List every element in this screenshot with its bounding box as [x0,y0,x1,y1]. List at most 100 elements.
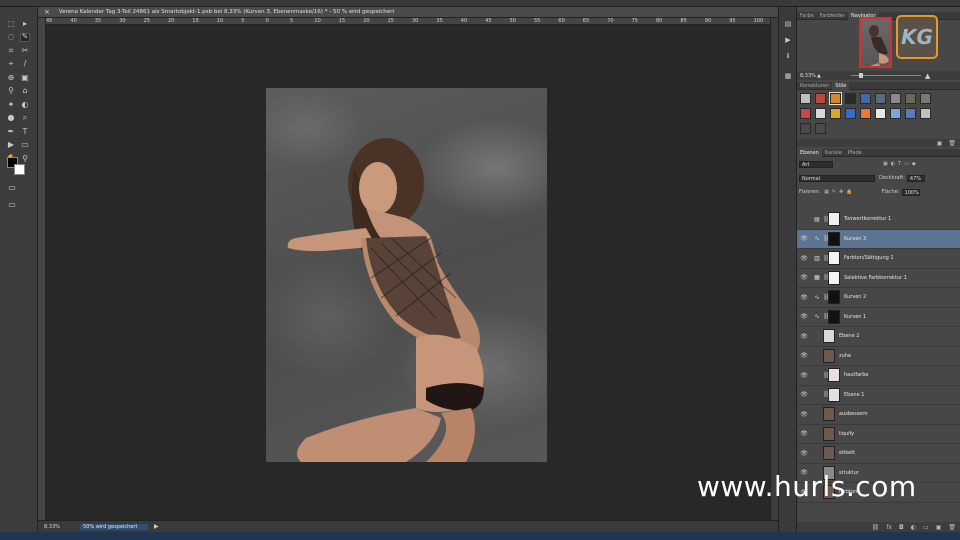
style-swatch[interactable] [845,93,856,104]
layer-mask-thumbnail[interactable] [828,368,840,383]
delete-layer-icon[interactable]: 🗑 [948,524,956,531]
layer-row[interactable]: 👁 ▥ ⛓ Farbton/Sättigung 1 [797,249,960,269]
style-swatch[interactable] [845,108,856,119]
tool-17-icon[interactable]: T [20,127,30,136]
properties-icon[interactable]: ▦ [782,71,794,81]
layer-row[interactable]: 👁 Ebene 2 [797,327,960,347]
layer-row[interactable]: 👁 ▦ ⛓ Selektive Farbkorrektur 1 [797,269,960,288]
visibility-eye-icon[interactable]: 👁 [797,313,811,320]
tool-1-icon[interactable]: ▸ [20,19,30,28]
style-swatch[interactable] [800,123,811,134]
new-layer-icon[interactable]: ▣ [936,524,942,531]
layer-thumbnail[interactable] [823,426,835,441]
blend-mode-select[interactable]: Normal [799,174,875,182]
style-swatch[interactable] [815,93,826,104]
tool-19-icon[interactable]: ▭ [20,141,30,150]
add-mask-icon[interactable]: ◘ [899,524,904,531]
layer-row[interactable]: 👁 ∿ ⛓ Kurven 3 [797,229,960,249]
layer-row[interactable]: 👁 ⛓ Ebene 1 [797,386,960,405]
styles_panel-tab-0[interactable]: Korrekturen [797,82,832,90]
link-layers-icon[interactable]: ⛓ [872,524,880,531]
visibility-eye-icon[interactable]: 👁 [797,391,811,398]
visibility-eye-icon[interactable]: 👁 [797,430,811,437]
tool-3-icon[interactable]: ✎ [20,32,30,42]
style-swatch[interactable] [890,108,901,119]
visibility-eye-icon[interactable]: 👁 [797,450,811,457]
layer-row[interactable]: 👁 ⛓ hautfarbe [797,366,960,386]
layers_panel-tab-2[interactable]: Pfade [845,149,865,157]
lock-icons[interactable]: ▦✎✥🔒 [824,189,855,195]
delete-style-icon[interactable]: 🗑 [948,140,956,147]
style-swatch[interactable] [800,108,811,119]
tool-14-icon[interactable]: ● [6,114,16,123]
visibility-eye-icon[interactable]: 👁 [797,372,811,379]
navigator-preview[interactable] [859,17,892,68]
quick-mask-icon[interactable]: ▭ [7,183,17,192]
visibility-eye-icon[interactable]: 👁 [797,352,811,359]
tool-12-icon[interactable]: ✦ [6,100,16,109]
adjustment-layer-icon[interactable]: ◐ [911,524,916,531]
tool-10-icon[interactable]: ⚲ [6,87,16,96]
tool-21-icon[interactable]: ⚲ [20,154,30,163]
visibility-eye-icon[interactable]: 👁 [797,274,811,281]
visibility-eye-icon[interactable]: 👁 [797,235,811,242]
navigator_panel-tab-0[interactable]: Farbe [797,12,817,20]
tool-13-icon[interactable]: ◐ [20,100,30,109]
style-swatch[interactable] [920,93,931,104]
layer-thumbnail[interactable] [823,329,835,344]
tool-7-icon[interactable]: / [20,60,30,69]
fx-icon[interactable]: fx [886,524,892,531]
canvas-vertical-scrollbar[interactable] [770,18,778,520]
horizontal-ruler[interactable]: 45 40 35 30 25 20 15 10 5 0 5 10 15 20 25 30 35 40 45 50 55 6… [46,18,770,25]
vertical-ruler[interactable] [38,18,46,520]
tool-16-icon[interactable]: ✒ [6,127,16,136]
layer-mask-thumbnail[interactable] [828,387,840,402]
zoom-readout[interactable]: 8,33% [38,524,68,530]
style-swatch[interactable] [905,93,916,104]
style-swatch[interactable] [815,108,826,119]
layer-filter-select[interactable]: Art [799,160,833,168]
tool-15-icon[interactable]: ⌕ [20,114,30,123]
layer-name[interactable]: Kurven 3 [844,236,866,242]
layer-mask-thumbnail[interactable] [828,309,840,324]
layer-thumbnail[interactable] [823,407,835,422]
style-swatch[interactable] [815,123,826,134]
tool-18-icon[interactable]: ▶ [6,141,16,150]
tool-9-icon[interactable]: ▣ [20,73,30,82]
layer-row[interactable]: 👁 ausbessern [797,405,960,425]
zoom-in-icon[interactable]: ▲ [925,72,930,80]
style-swatch[interactable] [860,108,871,119]
layer-thumbnail[interactable] [823,446,835,461]
tool-4-icon[interactable]: ⌗ [6,46,16,55]
layer-name[interactable]: zuhe [839,353,851,359]
layer-name[interactable]: hautfarbe [844,372,869,378]
layer-row[interactable]: 👁 ∿ ⛓ Kurven 1 [797,308,960,327]
screen-mode-icon[interactable]: ▭ [7,200,17,209]
layer-row[interactable]: 👁 etikett [797,444,960,464]
document-tab[interactable]: × Verena Kalender Tag 3-Teil 24861 als S… [38,7,778,18]
history-icon[interactable]: ▤ [782,19,794,29]
layer-name[interactable]: Ebene 2 [839,333,859,339]
new-group-icon[interactable]: ▭ [923,524,929,531]
style-swatch[interactable] [890,93,901,104]
layer-mask-thumbnail[interactable] [828,290,840,305]
actions-icon[interactable]: ▶ [782,35,794,45]
styles_panel-tab-1[interactable]: Stile [832,82,850,90]
style-swatch[interactable] [875,108,886,119]
visibility-eye-icon[interactable]: 👁 [797,411,811,418]
document-image[interactable] [266,88,547,462]
visibility-eye-icon[interactable]: 👁 [797,333,811,340]
layer-filter-icons[interactable]: ▣◐T▭◆ [883,161,919,167]
status-menu-arrow-icon[interactable]: ▶ [154,523,159,530]
layers_panel-tab-1[interactable]: Kanäle [822,149,845,157]
layer-name[interactable]: Ebene 1 [844,392,864,398]
layer-mask-thumbnail[interactable] [828,212,840,227]
tool-2-icon[interactable]: ◌ [6,33,16,42]
layer-name[interactable]: Tonwertkorrektur 1 [844,216,891,222]
background-color-swatch[interactable] [14,164,25,175]
layer-name[interactable]: Farbton/Sättigung 1 [844,255,894,261]
layer-row[interactable]: 👁 liquify [797,425,960,444]
layers_panel-tab-0[interactable]: Ebenen [797,149,822,157]
layer-mask-thumbnail[interactable] [828,270,840,285]
style-swatch[interactable] [860,93,871,104]
